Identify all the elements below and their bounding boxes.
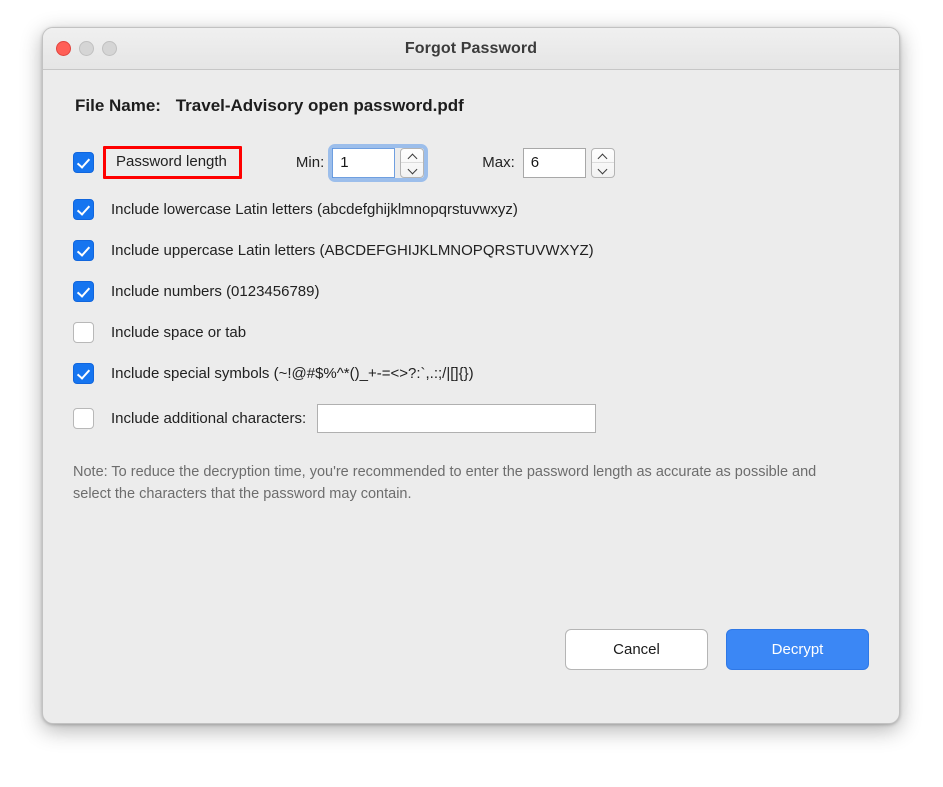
- space-tab-label: Include space or tab: [111, 324, 247, 341]
- password-length-highlight: Password length: [103, 146, 242, 179]
- zoom-icon[interactable]: [102, 41, 117, 56]
- additional-characters-label: Include additional characters:: [111, 410, 307, 427]
- special-symbols-checkbox[interactable]: [73, 363, 94, 384]
- file-name-label: File Name:: [75, 96, 161, 115]
- uppercase-label: Include uppercase Latin letters (ABCDEFG…: [111, 242, 594, 259]
- lowercase-label: Include lowercase Latin letters (abcdefg…: [111, 201, 518, 218]
- min-label: Min:: [295, 154, 325, 171]
- file-name-row: File Name: Travel-Advisory open password…: [75, 96, 869, 116]
- special-symbols-label: Include special symbols (~!@#$%^*()_+-=<…: [111, 365, 474, 382]
- option-row-numbers: Include numbers (0123456789): [73, 281, 869, 302]
- password-length-label: Password length: [116, 153, 227, 170]
- lowercase-checkbox[interactable]: [73, 199, 94, 220]
- note-text: Note: To reduce the decryption time, you…: [73, 464, 817, 503]
- option-row-special-symbols: Include special symbols (~!@#$%^*()_+-=<…: [73, 363, 869, 384]
- max-decrement-button[interactable]: [591, 162, 614, 177]
- minimize-icon[interactable]: [79, 41, 94, 56]
- uppercase-checkbox[interactable]: [73, 240, 94, 261]
- dialog-body: File Name: Travel-Advisory open password…: [43, 70, 899, 723]
- min-stepper[interactable]: 1: [328, 143, 429, 182]
- additional-characters-checkbox[interactable]: [73, 408, 94, 429]
- max-input[interactable]: 6: [522, 147, 586, 178]
- min-decrement-button[interactable]: [401, 162, 424, 177]
- min-length-group: Min: 1: [295, 143, 429, 182]
- dialog-button-bar: Cancel Decrypt: [565, 629, 869, 670]
- numbers-checkbox[interactable]: [73, 281, 94, 302]
- option-row-uppercase: Include uppercase Latin letters (ABCDEFG…: [73, 240, 869, 261]
- min-input[interactable]: 1: [332, 147, 396, 178]
- max-stepper[interactable]: 6: [522, 147, 615, 178]
- min-spinner[interactable]: [400, 147, 425, 178]
- max-increment-button[interactable]: [592, 149, 614, 163]
- chevron-down-icon: [408, 167, 417, 172]
- close-icon[interactable]: [56, 41, 71, 56]
- option-row-lowercase: Include lowercase Latin letters (abcdefg…: [73, 199, 869, 220]
- cancel-button[interactable]: Cancel: [565, 629, 708, 670]
- title-bar: Forgot Password: [43, 28, 899, 70]
- decrypt-button[interactable]: Decrypt: [726, 629, 869, 670]
- option-row-space-tab: Include space or tab: [73, 322, 869, 343]
- numbers-label: Include numbers (0123456789): [111, 283, 320, 300]
- additional-characters-input[interactable]: [317, 404, 597, 433]
- password-length-checkbox[interactable]: [73, 152, 94, 173]
- file-name-value: Travel-Advisory open password.pdf: [175, 96, 464, 115]
- option-row-additional-characters: Include additional characters:: [73, 404, 869, 433]
- space-tab-checkbox[interactable]: [73, 322, 94, 343]
- chevron-up-icon: [598, 153, 607, 158]
- max-spinner[interactable]: [590, 147, 615, 178]
- max-label: Max:: [482, 154, 515, 171]
- min-increment-button[interactable]: [401, 149, 423, 163]
- traffic-light-group: [56, 41, 117, 56]
- window-title: Forgot Password: [404, 39, 538, 57]
- max-length-group: Max: 6: [482, 147, 615, 178]
- password-length-row: Password length Min: 1 Max: 6: [73, 143, 869, 182]
- chevron-up-icon: [408, 153, 417, 158]
- chevron-down-icon: [598, 167, 607, 172]
- forgot-password-dialog: Forgot Password File Name: Travel-Adviso…: [42, 27, 900, 724]
